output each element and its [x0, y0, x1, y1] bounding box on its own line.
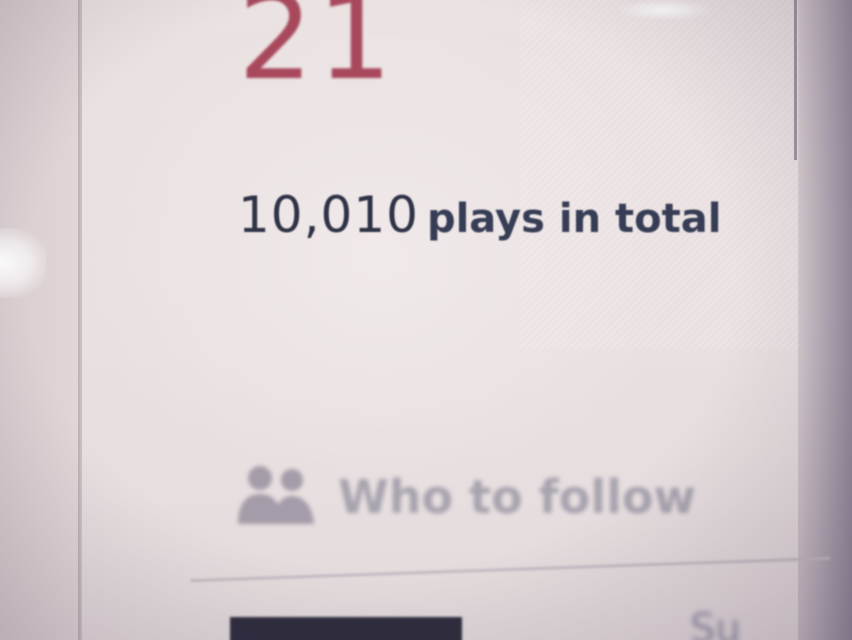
screen-edge-shadow [798, 0, 852, 640]
stat-count: 21 [238, 0, 397, 106]
who-to-follow-title: Who to follow [338, 470, 696, 524]
screen: 21 10,010 plays in total Who to follow Su [0, 0, 852, 640]
screen-glare [0, 228, 46, 298]
panel-right-border [794, 0, 797, 160]
plays-label: plays in total [426, 196, 722, 242]
plays-count: 10,010 [238, 186, 419, 244]
left-gutter [0, 0, 78, 640]
suggested-user-name[interactable]: Su [690, 606, 741, 640]
who-to-follow-header[interactable]: Who to follow [230, 462, 696, 532]
people-icon [238, 466, 314, 524]
plays-total: 10,010 plays in total [238, 186, 721, 244]
top-glare [620, 0, 710, 20]
suggested-user-thumbnail[interactable] [230, 617, 462, 640]
screen-reflection [520, 0, 800, 350]
